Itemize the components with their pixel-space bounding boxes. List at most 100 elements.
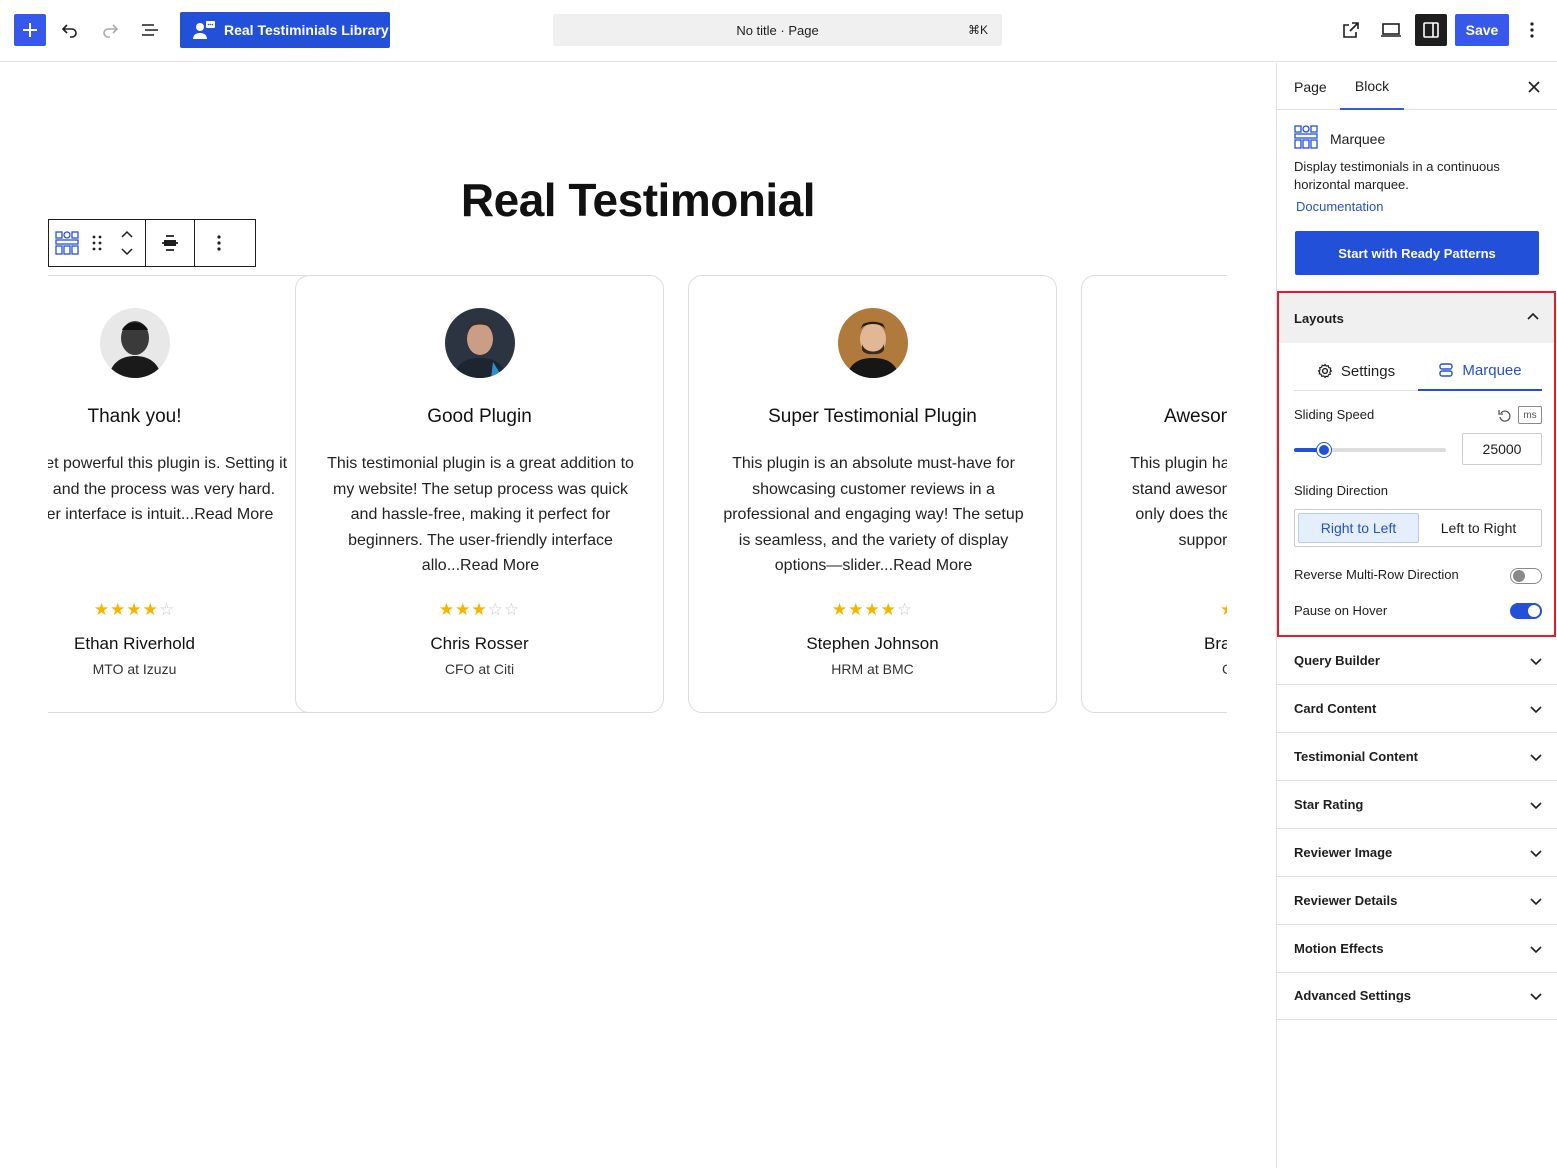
- testimonial-body: This plugin has what stand awesome sup o…: [1130, 455, 1227, 549]
- section-label: Star Rating: [1294, 797, 1364, 812]
- reviewer-name: Ethan Riverhold: [74, 634, 195, 653]
- testimonial-card[interactable]: Super Testimonial Plugin This plugin is …: [688, 275, 1057, 713]
- list-view-icon: [142, 24, 158, 36]
- section-motion-effects[interactable]: Motion Effects: [1277, 925, 1557, 973]
- chevron-down-icon: [1530, 802, 1542, 810]
- reviewer-avatar: [100, 308, 170, 378]
- layouts-panel-header[interactable]: Layouts: [1279, 293, 1554, 343]
- section-reviewer-image[interactable]: Reviewer Image: [1277, 829, 1557, 877]
- star-rating: ★★★★: [1220, 600, 1227, 620]
- section-testimonial-content[interactable]: Testimonial Content: [1277, 733, 1557, 781]
- section-label: Card Content: [1294, 701, 1377, 716]
- reviewer-role: HRM at BMC: [831, 661, 914, 677]
- chevron-down-icon: [1530, 850, 1542, 858]
- block-type-button[interactable]: [49, 220, 85, 266]
- chevron-up-down-icon: [121, 230, 133, 256]
- undo-icon: [61, 24, 77, 38]
- document-title: No title · Page: [736, 22, 819, 38]
- options-button[interactable]: [1517, 14, 1547, 46]
- plus-icon: [23, 23, 37, 37]
- documentation-link[interactable]: Documentation: [1296, 199, 1383, 214]
- star-rating: ★★★★☆: [831, 600, 914, 619]
- tab-marquee[interactable]: Marquee: [1418, 351, 1542, 391]
- reviewer-role: CFO at Citi: [444, 661, 515, 677]
- reverse-direction-toggle[interactable]: [1510, 568, 1542, 584]
- marquee-block-icon: [1294, 125, 1318, 149]
- block-toolbar: [48, 219, 256, 267]
- testimonial-title: Awesome: [1164, 406, 1227, 427]
- align-center-icon: [162, 235, 178, 251]
- command-palette-bar[interactable]: No title · Page ⌘K: [553, 14, 1002, 46]
- star-rating: ★★★★☆: [93, 600, 176, 619]
- toggle-knob: [1513, 570, 1525, 582]
- more-vertical-icon: [1530, 22, 1534, 38]
- speed-unit-badge[interactable]: ms: [1518, 406, 1542, 424]
- direction-left-to-right[interactable]: Left to Right: [1419, 513, 1538, 543]
- sliding-speed-input[interactable]: 25000: [1462, 433, 1542, 465]
- device-preview-button[interactable]: [1375, 14, 1407, 46]
- tab-block[interactable]: Block: [1340, 63, 1404, 110]
- sliding-speed-label: Sliding Speed: [1294, 407, 1375, 422]
- chevron-down-icon: [1530, 658, 1542, 666]
- document-overview-button[interactable]: [134, 14, 166, 46]
- section-query-builder[interactable]: Query Builder: [1277, 637, 1557, 685]
- drag-icon: [92, 235, 102, 251]
- chevron-down-icon: [1530, 993, 1542, 1001]
- testimonial-marquee[interactable]: Thank you! Simple yet powerful this plug…: [48, 275, 1227, 715]
- reviewer-name: Chris Rosser: [430, 634, 529, 653]
- add-block-button[interactable]: [14, 14, 46, 46]
- direction-right-to-left[interactable]: Right to Left: [1298, 513, 1419, 543]
- ready-patterns-button[interactable]: Start with Ready Patterns: [1295, 231, 1539, 275]
- slider-thumb[interactable]: [1317, 443, 1332, 457]
- pause-on-hover-toggle[interactable]: [1510, 603, 1542, 619]
- marquee-block-icon: [55, 231, 79, 255]
- chevron-down-icon: [1530, 706, 1542, 714]
- testimonial-title: Super Testimonial Plugin: [768, 406, 977, 427]
- block-toolbar-group-align: [146, 220, 195, 266]
- close-sidebar-button[interactable]: [1522, 75, 1546, 99]
- tab-page[interactable]: Page: [1294, 63, 1327, 110]
- undo-button[interactable]: [54, 14, 86, 46]
- close-icon: [1528, 81, 1540, 93]
- section-label: Motion Effects: [1294, 941, 1384, 956]
- sliding-speed-slider[interactable]: [1294, 443, 1446, 457]
- reviewer-role: MTO at Izuzu: [92, 661, 177, 677]
- user-chat-icon: [193, 21, 215, 39]
- redo-button[interactable]: [94, 14, 126, 46]
- section-card-content[interactable]: Card Content: [1277, 685, 1557, 733]
- reviewer-avatar: [445, 308, 515, 378]
- section-reviewer-details[interactable]: Reviewer Details: [1277, 877, 1557, 925]
- star-rating: ★★★☆☆: [438, 600, 521, 619]
- block-name: Marquee: [1330, 131, 1386, 147]
- testimonial-title: Thank you!: [87, 406, 182, 427]
- section-label: Advanced Settings: [1294, 988, 1412, 1003]
- section-star-rating[interactable]: Star Rating: [1277, 781, 1557, 829]
- section-label: Testimonial Content: [1294, 749, 1418, 764]
- move-up-down-buttons[interactable]: [109, 220, 145, 266]
- view-page-button[interactable]: [1335, 14, 1367, 46]
- testimonial-body: This testimonial plugin is a great addit…: [327, 455, 634, 574]
- section-label: Reviewer Details: [1294, 893, 1398, 908]
- reviewer-name: Bra: [1204, 634, 1227, 653]
- testimonial-body: This plugin is an absolute must-have for…: [723, 455, 1024, 574]
- block-options-button[interactable]: [195, 220, 243, 266]
- marquee-tab-icon: [1439, 363, 1454, 377]
- align-button[interactable]: [146, 220, 194, 266]
- settings-sidebar-toggle[interactable]: [1415, 14, 1447, 46]
- sidebar-tabs: Page Block: [1277, 63, 1557, 110]
- sliding-direction-toggle: Right to Left Left to Right: [1294, 509, 1542, 547]
- chevron-down-icon: [1530, 946, 1542, 954]
- reset-icon[interactable]: [1498, 409, 1512, 423]
- testimonial-card[interactable]: Good Plugin This testimonial plugin is a…: [295, 275, 664, 713]
- drag-handle[interactable]: [85, 220, 109, 266]
- section-advanced-settings[interactable]: Advanced Settings: [1277, 972, 1557, 1020]
- testimonials-library-button[interactable]: Real Testiminials Library: [180, 12, 390, 48]
- testimonial-card[interactable]: Thank you! Simple yet powerful this plug…: [48, 275, 319, 713]
- save-button[interactable]: Save: [1455, 14, 1509, 46]
- toggle-knob: [1528, 605, 1540, 617]
- block-description: Display testimonials in a continuous hor…: [1294, 159, 1500, 192]
- reviewer-name: Stephen Johnson: [806, 634, 939, 653]
- tab-settings[interactable]: Settings: [1294, 351, 1418, 391]
- testimonial-card[interactable]: Awesome This plugin has what stand aweso…: [1081, 275, 1227, 713]
- chevron-up-icon: [1527, 312, 1539, 320]
